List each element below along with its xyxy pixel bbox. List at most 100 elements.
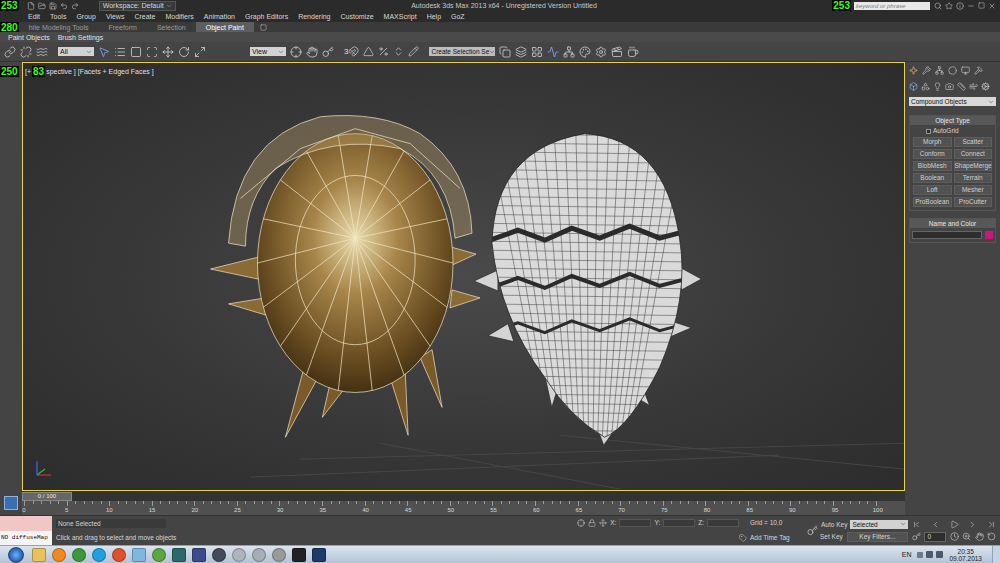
- object-type-button[interactable]: Terrain: [954, 173, 993, 183]
- time-slider[interactable]: 0 / 100: [22, 491, 905, 501]
- set-key-button[interactable]: Set Key: [820, 532, 843, 541]
- chevron-down-icon[interactable]: [166, 3, 172, 9]
- close-icon[interactable]: [988, 2, 996, 10]
- gamepad-icon[interactable]: [192, 548, 206, 562]
- pivot-icon[interactable]: [290, 46, 302, 58]
- chevron-down-icon[interactable]: [988, 99, 994, 105]
- named-selection-dropdown[interactable]: Create Selection Se: [429, 47, 495, 56]
- geometry-icon[interactable]: [909, 82, 918, 91]
- unlink-icon[interactable]: [20, 46, 32, 58]
- chrome-icon[interactable]: [72, 548, 86, 562]
- name-field[interactable]: [912, 231, 982, 239]
- time-config-icon[interactable]: [950, 532, 959, 541]
- go-to-end-icon[interactable]: [987, 520, 996, 529]
- maxscript-listener[interactable]: NO diffuseMap: [0, 516, 52, 545]
- object-type-button[interactable]: Conform: [913, 149, 952, 159]
- mirror-icon[interactable]: [499, 46, 511, 58]
- object-type-button[interactable]: Connect: [954, 149, 993, 159]
- network-icon[interactable]: [926, 551, 933, 558]
- chevron-down-icon[interactable]: [278, 49, 284, 55]
- pan-icon[interactable]: [975, 532, 984, 541]
- rollout-header[interactable]: Object Type: [910, 116, 995, 125]
- menu-item[interactable]: Help: [427, 12, 441, 21]
- workspace-dropdown[interactable]: Workspace: Default: [99, 1, 176, 11]
- utorrent-icon[interactable]: [152, 548, 166, 562]
- next-frame-icon[interactable]: [968, 520, 977, 529]
- ribbon-options-icon[interactable]: [260, 24, 267, 31]
- key-mode-icon[interactable]: [912, 532, 921, 541]
- notepad-icon[interactable]: [132, 548, 146, 562]
- object-type-button[interactable]: Morph: [913, 137, 952, 147]
- save-icon[interactable]: [49, 2, 57, 10]
- ribbon-tab[interactable]: Object Paint: [196, 22, 254, 32]
- select-by-name-icon[interactable]: [114, 46, 126, 58]
- rendered-frame-icon[interactable]: [611, 46, 623, 58]
- tray-arrow-icon[interactable]: [917, 552, 923, 558]
- orbit-icon[interactable]: [987, 532, 996, 541]
- cameras-icon[interactable]: [945, 82, 954, 91]
- x-field[interactable]: [619, 519, 651, 527]
- object-type-button[interactable]: Scatter: [954, 137, 993, 147]
- reference-coord-dropdown[interactable]: View: [250, 47, 286, 56]
- render-setup-icon[interactable]: [595, 46, 607, 58]
- modify-tab-icon[interactable]: [922, 66, 931, 75]
- object-type-button[interactable]: ProBoolean: [913, 197, 952, 207]
- y-field[interactable]: [663, 519, 695, 527]
- rectangular-region-icon[interactable]: [130, 46, 142, 58]
- perspective-viewport[interactable]: [+83spective ] [Facets + Edged Faces ]: [22, 62, 905, 491]
- manipulate-icon[interactable]: [306, 46, 318, 58]
- chevron-down-icon[interactable]: [489, 49, 495, 55]
- move-icon[interactable]: [162, 46, 174, 58]
- curve-editor-icon[interactable]: [547, 46, 559, 58]
- object-type-button[interactable]: Loft: [913, 185, 952, 195]
- z-field[interactable]: [707, 519, 739, 527]
- menu-item[interactable]: Tools: [50, 12, 66, 21]
- favorites-icon[interactable]: [945, 2, 953, 10]
- auto-key-button[interactable]: Auto Key: [820, 520, 848, 529]
- hierarchy-tab-icon[interactable]: [935, 66, 944, 75]
- new-file-icon[interactable]: [27, 2, 35, 10]
- app-icon[interactable]: [292, 548, 306, 562]
- helpers-icon[interactable]: [957, 82, 966, 91]
- menu-item[interactable]: Create: [134, 12, 155, 21]
- object-type-button[interactable]: ShapeMerge: [954, 161, 993, 171]
- transform-mode-icon[interactable]: [599, 519, 607, 527]
- key-icon[interactable]: [807, 525, 818, 536]
- ribbon-tab[interactable]: Selection: [147, 22, 196, 32]
- current-frame-field[interactable]: 0: [924, 532, 946, 542]
- time-configuration-icon[interactable]: [4, 496, 18, 510]
- key-mode-dropdown[interactable]: Selected: [850, 520, 908, 529]
- scale-icon[interactable]: [194, 46, 206, 58]
- zbrush-icon[interactable]: [272, 548, 286, 562]
- menu-item[interactable]: Group: [76, 12, 95, 21]
- schematic-view-icon[interactable]: [563, 46, 575, 58]
- object-type-button[interactable]: Boolean: [913, 173, 952, 183]
- category-dropdown[interactable]: Compound Objects: [909, 97, 996, 106]
- max-icon[interactable]: [172, 548, 186, 562]
- edit-named-selection-icon[interactable]: [408, 46, 419, 57]
- language-indicator[interactable]: EN: [902, 550, 912, 559]
- menu-item[interactable]: MAXScript: [384, 12, 417, 21]
- select-object-icon[interactable]: [98, 46, 110, 58]
- add-time-tag[interactable]: Add Time Tag: [750, 534, 800, 542]
- systems-icon[interactable]: [981, 82, 990, 91]
- menu-item[interactable]: GoZ: [451, 12, 465, 21]
- disc2-icon[interactable]: [252, 548, 266, 562]
- zoom-icon[interactable]: [962, 532, 971, 541]
- start-button-icon[interactable]: [8, 547, 24, 563]
- binoculars-icon[interactable]: [934, 2, 942, 10]
- render-teapot-icon[interactable]: [627, 46, 639, 58]
- object-type-button[interactable]: ProCutter: [954, 197, 993, 207]
- firefox-icon[interactable]: [112, 548, 126, 562]
- ribbon-tab[interactable]: Freeform: [99, 22, 147, 32]
- help-icon[interactable]: [956, 2, 964, 10]
- space-warps-icon[interactable]: [969, 82, 978, 91]
- menu-item[interactable]: Edit: [28, 12, 40, 21]
- menu-item[interactable]: Modifiers: [165, 12, 193, 21]
- menu-item[interactable]: Graph Editors: [245, 12, 288, 21]
- ribbon-panel-button[interactable]: Paint Objects: [8, 33, 50, 42]
- spinner-snap-icon[interactable]: [393, 46, 404, 57]
- maximize-icon[interactable]: [978, 2, 985, 9]
- layer-manager-icon[interactable]: [515, 46, 527, 58]
- angle-snap-icon[interactable]: [363, 46, 374, 57]
